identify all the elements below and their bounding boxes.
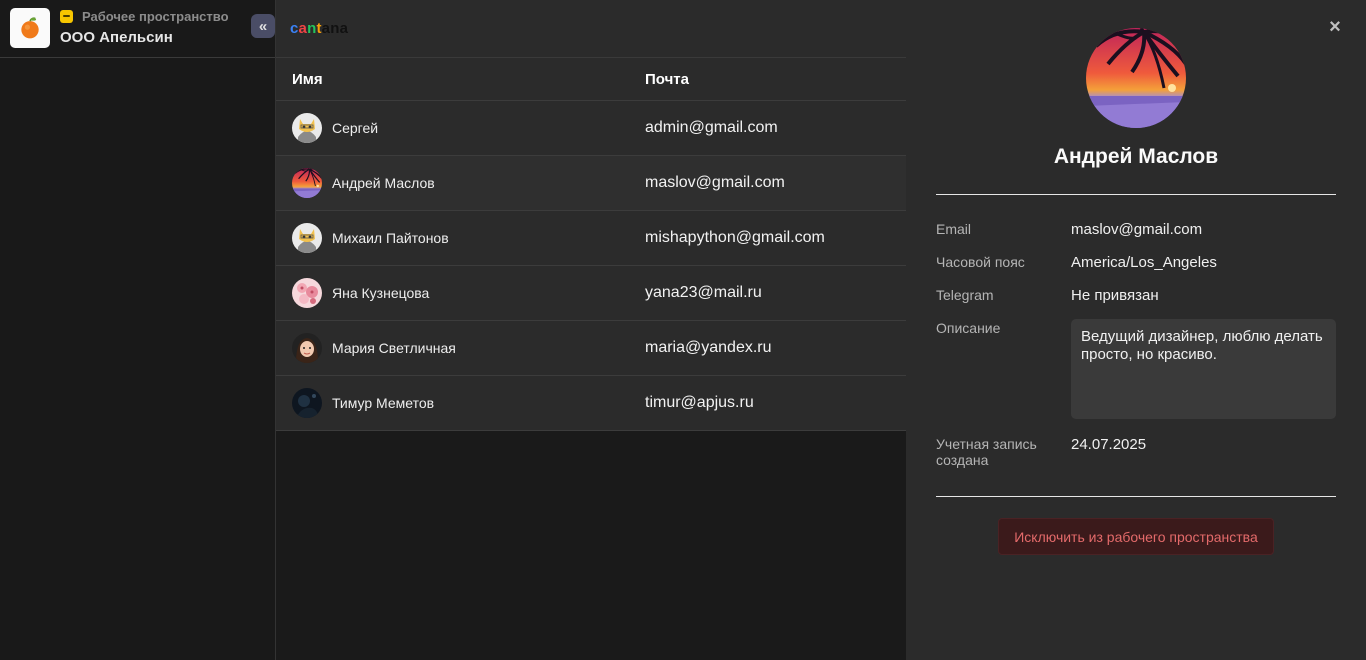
avatar: [292, 223, 322, 253]
member-name: Сергей: [332, 120, 379, 136]
workspace-badge-icon: [60, 10, 73, 23]
email-value: maslov@gmail.com: [1071, 221, 1203, 238]
main-content: cantana Имя Почта Сергей admin@gmail.com…: [276, 0, 906, 660]
avatar: [292, 168, 322, 198]
sidebar: Рабочее пространство ООО Апельсин «: [0, 0, 276, 660]
cat-avatar-icon: [292, 223, 322, 253]
avatar: [292, 113, 322, 143]
avatar: [292, 278, 322, 308]
brand-letter: a: [298, 20, 308, 37]
member-name: Тимур Меметов: [332, 395, 435, 411]
workspace-name: ООО Апельсин: [60, 29, 173, 46]
divider: [936, 194, 1336, 195]
telegram-value: Не привязан: [1071, 287, 1159, 304]
avatar: [292, 388, 322, 418]
table-row[interactable]: Сергей admin@gmail.com: [276, 101, 906, 156]
member-email: mishapython@gmail.com: [645, 229, 825, 246]
close-panel-button[interactable]: ×: [1326, 16, 1344, 38]
workspace-logo: [10, 8, 50, 48]
column-header-name[interactable]: Имя: [292, 71, 323, 88]
member-email: maria@yandex.ru: [645, 339, 772, 356]
member-name: Михаил Пайтонов: [332, 230, 449, 246]
member-name: Андрей Маслов: [332, 175, 435, 191]
profile-panel: × Андрей Маслов Email maslov@gmail.com Ч…: [906, 0, 1366, 660]
blossom-avatar-icon: [292, 278, 322, 308]
remove-from-workspace-button[interactable]: Исключить из рабочего пространства: [998, 518, 1274, 555]
table-header: Имя Почта: [276, 58, 906, 101]
telegram-label: Telegram: [936, 287, 994, 303]
cat-avatar-icon: [292, 113, 322, 143]
workspace-kind-row: Рабочее пространство: [60, 9, 229, 24]
double-chevron-left-icon: «: [258, 17, 268, 35]
email-label: Email: [936, 221, 972, 237]
member-email: yana23@mail.ru: [645, 284, 762, 301]
timezone-label: Часовой пояс: [936, 254, 1025, 270]
table-row[interactable]: Мария Светличная maria@yandex.ru: [276, 321, 906, 376]
table-row[interactable]: Михаил Пайтонов mishapython@gmail.com: [276, 211, 906, 266]
profile-avatar: [1086, 28, 1186, 128]
created-value: 24.07.2025: [1071, 436, 1147, 453]
created-label: Учетная запись создана: [936, 436, 1037, 468]
member-email: timur@apjus.ru: [645, 394, 754, 411]
member-name: Яна Кузнецова: [332, 285, 430, 301]
workspace-header[interactable]: Рабочее пространство ООО Апельсин «: [0, 0, 275, 58]
close-icon: ×: [1329, 16, 1341, 38]
avatar: [292, 333, 322, 363]
description-label: Описание: [936, 320, 1001, 336]
table-row[interactable]: Андрей Маслов maslov@gmail.com: [276, 156, 906, 211]
brand-letter: c: [290, 20, 299, 37]
collapse-sidebar-button[interactable]: «: [251, 14, 275, 38]
sunset-avatar-icon: [1086, 28, 1186, 128]
member-name: Мария Светличная: [332, 340, 456, 356]
divider: [936, 496, 1336, 497]
brand-logo[interactable]: cantana: [290, 20, 348, 37]
member-email: maslov@gmail.com: [645, 174, 785, 191]
timezone-value: America/Los_Angeles: [1071, 254, 1217, 271]
night-avatar-icon: [292, 388, 322, 418]
column-header-email[interactable]: Почта: [645, 71, 689, 88]
brand-letter: ana: [321, 20, 349, 37]
workspace-kind: Рабочее пространство: [82, 9, 229, 24]
members-table: Имя Почта Сергей admin@gmail.com Андрей …: [276, 58, 906, 431]
top-bar: cantana: [276, 0, 906, 58]
orange-logo-icon: [17, 15, 43, 41]
girl-avatar-icon: [292, 333, 322, 363]
profile-name: Андрей Маслов: [1053, 145, 1219, 168]
table-row[interactable]: Тимур Меметов timur@apjus.ru: [276, 376, 906, 431]
table-row[interactable]: Яна Кузнецова yana23@mail.ru: [276, 266, 906, 321]
sunset-avatar-icon: [292, 168, 322, 198]
description-value: Ведущий дизайнер, люблю делать просто, н…: [1071, 319, 1336, 419]
member-email: admin@gmail.com: [645, 119, 778, 136]
